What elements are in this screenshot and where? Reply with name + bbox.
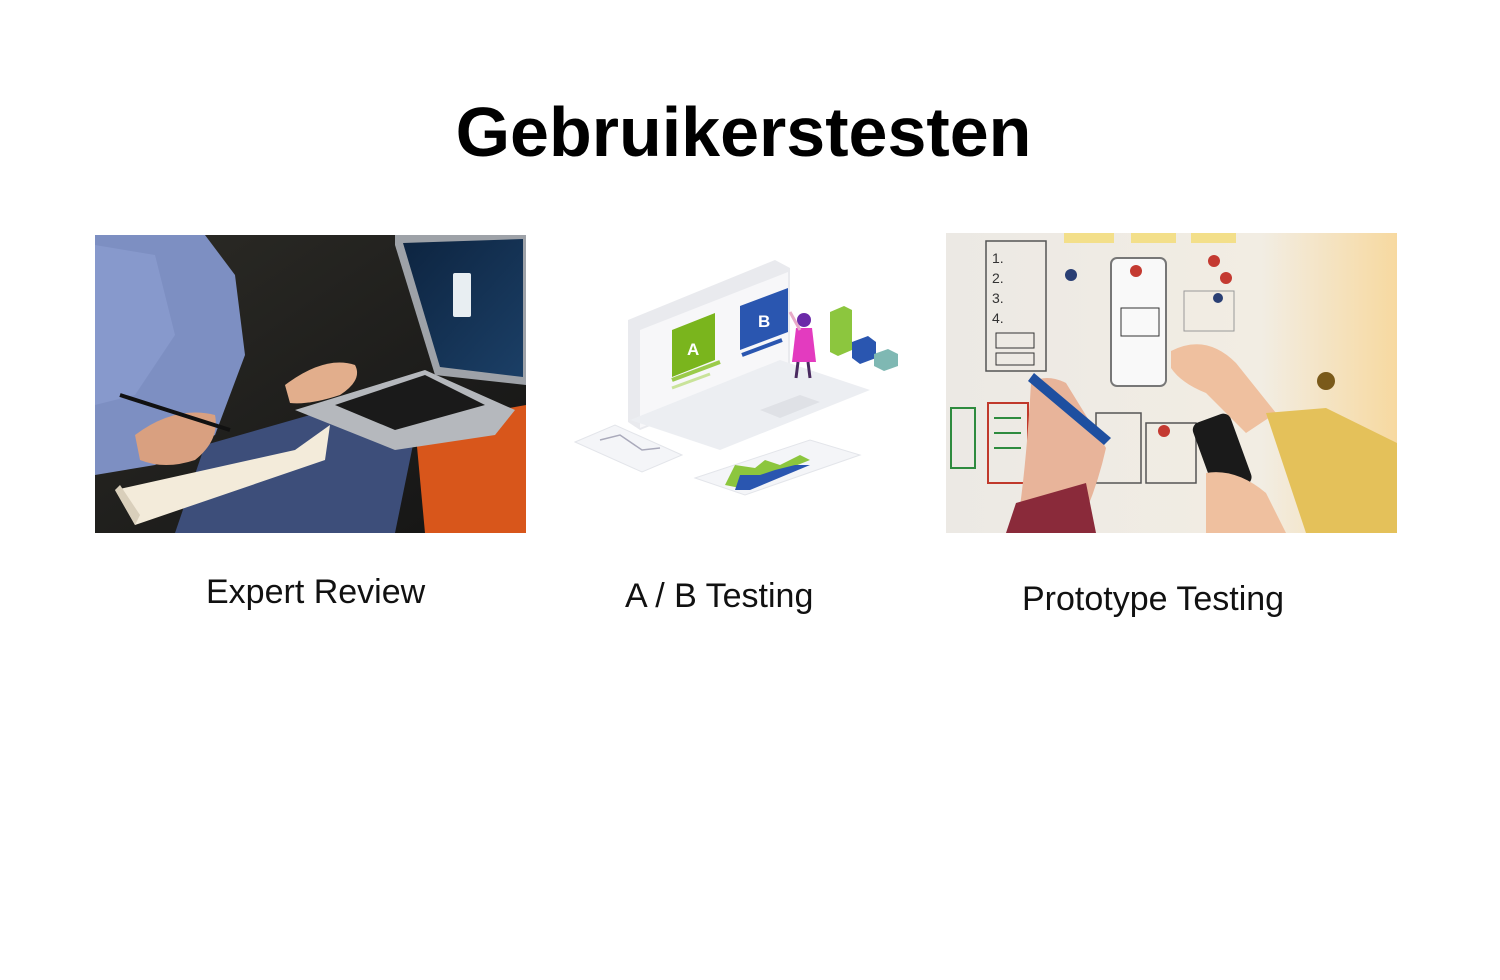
list-number-4: 4. (992, 310, 1004, 326)
expert-review-image (95, 235, 526, 533)
caption-ab-testing: A / B Testing (625, 577, 814, 615)
ab-testing-illustration: Expert Review A B (560, 250, 905, 520)
slide-title: Gebruikerstesten (455, 93, 1032, 171)
variant-b-letter: B (758, 312, 770, 331)
list-number-3: 3. (992, 290, 1004, 306)
list-number-1: 1. (992, 250, 1004, 266)
variant-a-letter: A (687, 340, 699, 359)
prototype-testing-image: 1. 2. 3. 4. (946, 233, 1397, 533)
caption-expert-review: Expert Review (206, 573, 426, 611)
list-number-2: 2. (992, 270, 1004, 286)
caption-prototype-testing: Prototype Testing (1022, 580, 1285, 618)
